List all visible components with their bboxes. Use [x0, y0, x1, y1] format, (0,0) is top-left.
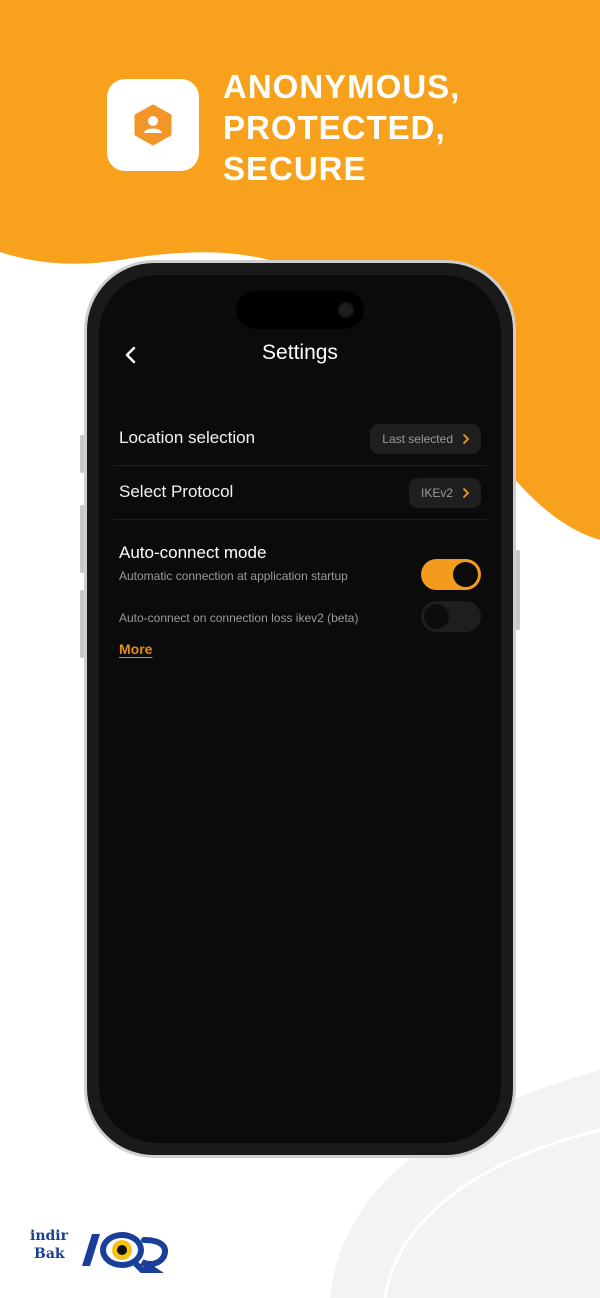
location-value-button[interactable]: Last selected — [370, 424, 481, 454]
connection-loss-toggle[interactable] — [421, 601, 481, 632]
headline-line: PROTECTED, — [223, 109, 446, 146]
phone-bezel: Settings Location selection Last selecte… — [87, 263, 513, 1155]
banner: ANONYMOUS, PROTECTED, SECURE — [107, 66, 577, 196]
phone-screen: Settings Location selection Last selecte… — [99, 275, 501, 1143]
camera-icon — [338, 302, 354, 318]
dynamic-island — [236, 291, 364, 329]
page-title: Settings — [262, 341, 338, 364]
toggle-knob — [453, 562, 478, 587]
location-selection-row[interactable]: Location selection Last selected — [113, 412, 487, 466]
headline: ANONYMOUS, PROTECTED, SECURE — [223, 66, 460, 189]
startup-connect-toggle[interactable] — [421, 559, 481, 590]
option-label: Auto-connect on connection loss ikev2 (b… — [119, 611, 359, 625]
protocol-value-button[interactable]: IKEv2 — [408, 478, 481, 508]
pill-value: IKEv2 — [420, 486, 453, 500]
phone-frame: Settings Location selection Last selecte… — [84, 260, 516, 1158]
headline-line: ANONYMOUS, — [223, 68, 461, 105]
more-link[interactable]: More — [119, 641, 152, 657]
auto-connect-title: Auto-connect mode — [119, 543, 267, 562]
eye-logo-icon — [82, 1232, 168, 1273]
watermark-text: indir — [30, 1228, 68, 1244]
user-hexagon-icon — [134, 104, 172, 146]
chevron-right-icon — [463, 488, 469, 498]
row-label: Location selection — [119, 428, 256, 447]
chevron-right-icon — [463, 434, 469, 444]
headline-line: SECURE — [223, 150, 367, 187]
pill-value: Last selected — [382, 432, 453, 446]
settings-header: Settings — [99, 337, 501, 373]
toggle-knob — [424, 604, 449, 629]
watermark-logo: indir Bak — [28, 1226, 178, 1276]
option-label: Automatic connection at application star… — [119, 569, 348, 583]
select-protocol-row[interactable]: Select Protocol IKEv2 — [113, 466, 487, 520]
watermark-text: Bak — [34, 1246, 65, 1262]
app-icon — [107, 79, 199, 171]
row-label: Select Protocol — [119, 482, 234, 501]
